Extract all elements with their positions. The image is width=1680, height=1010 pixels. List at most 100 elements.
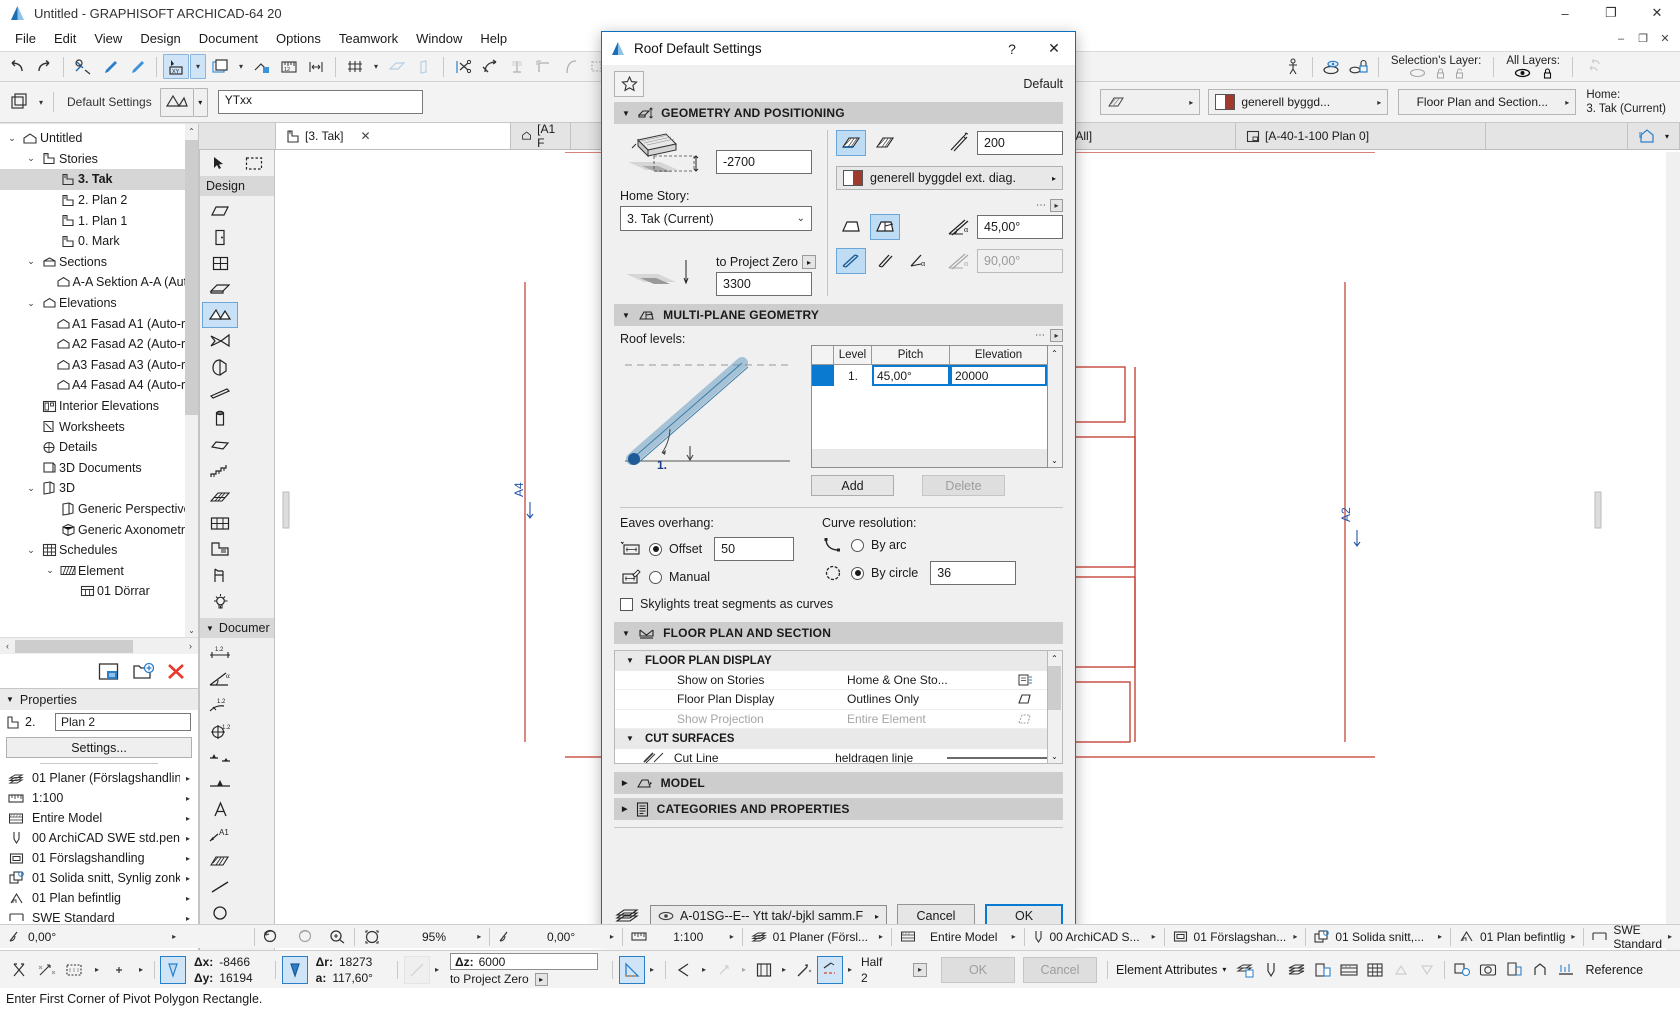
raise-button[interactable]: [1388, 956, 1414, 984]
model-twisty-icon[interactable]: ▶: [622, 779, 628, 787]
wall-tool[interactable]: [202, 198, 238, 224]
roof-levels-scrollbar[interactable]: ⌃ ⌄: [1048, 345, 1063, 468]
tree-twisty-icon[interactable]: ⌄: [42, 565, 58, 576]
material-combo[interactable]: ▸: [1100, 89, 1201, 115]
roof-thickness-input[interactable]: 200: [977, 131, 1063, 155]
status-renovation[interactable]: 01 Solida snitt,... ▸: [1306, 925, 1450, 949]
status-rotation-arrow[interactable]: ▸: [172, 932, 176, 941]
lower-button[interactable]: [1414, 956, 1440, 984]
split-button[interactable]: [450, 54, 476, 79]
property-row-01-solida-snitt-synlig-zonka[interactable]: 01 Solida snitt, Synlig zonkatego... ▸: [0, 868, 198, 888]
tree-item-3d-documents[interactable]: 3D Documents: [0, 458, 198, 479]
close-button[interactable]: ✕: [1634, 0, 1680, 26]
marquee-tool[interactable]: [236, 150, 272, 176]
tab-close-icon[interactable]: ✕: [360, 129, 370, 143]
dialog-help-button[interactable]: ?: [991, 32, 1033, 65]
railing-tool[interactable]: [202, 484, 238, 510]
door-tool[interactable]: [202, 224, 238, 250]
property-row-01-plan-befintlig[interactable]: 01 Plan befintlig ▸: [0, 888, 198, 908]
delete-button[interactable]: [166, 662, 186, 681]
roof-level-row[interactable]: 1. 45,00° 20000: [812, 365, 1047, 386]
gravity-dropdown[interactable]: ▸: [90, 957, 104, 982]
fill-tool[interactable]: [202, 848, 238, 874]
edge-perpendicular-button[interactable]: [870, 248, 900, 274]
roof-tool-icon[interactable]: [159, 87, 194, 117]
menu-view[interactable]: View: [85, 28, 131, 49]
row-cut-line[interactable]: Cut Line heldragen linje: [615, 749, 1047, 763]
tab-navigator-button[interactable]: ▾: [1627, 123, 1680, 149]
xy-coordinates-toggle[interactable]: [160, 955, 186, 984]
zone-tool[interactable]: [202, 536, 238, 562]
tree-twisty-icon[interactable]: ⌄: [23, 256, 39, 267]
tracker-project-zero-flyout[interactable]: ▸: [534, 972, 548, 986]
tree-item-a-a-sektion-a-a-auto-reb[interactable]: A-A Sektion A-A (Auto-reb: [0, 272, 198, 293]
roof-pivot-bottom-button[interactable]: [870, 130, 900, 156]
floorplan-list-scrollbar[interactable]: ⌃ ⌄: [1048, 650, 1063, 764]
fpd-twisty-icon[interactable]: ▼: [615, 656, 645, 665]
status-penset-arrow[interactable]: ▸: [1152, 932, 1156, 941]
status-graphic-override-arrow[interactable]: ▸: [1571, 932, 1575, 941]
tree-item-schedules[interactable]: ⌄ Schedules: [0, 540, 198, 561]
tree-vertical-scrollbar[interactable]: ⌃ ⌄: [185, 124, 198, 637]
clone-folder-button[interactable]: [132, 662, 154, 681]
spot-elevation-tool[interactable]: [202, 770, 238, 796]
tree-item-generic-perspective[interactable]: Generic Perspective: [0, 499, 198, 520]
eaves-manual-radio[interactable]: [649, 570, 662, 584]
floorplan-display-group-header[interactable]: ▼ FLOOR PLAN DISPLAY: [615, 651, 1047, 671]
fill-types-button[interactable]: [1336, 956, 1362, 984]
column-tool[interactable]: [202, 406, 238, 432]
wall-snap-button[interactable]: [411, 54, 437, 79]
menu-window[interactable]: Window: [407, 28, 471, 49]
intersect-button[interactable]: [504, 54, 530, 79]
tree-item-3d[interactable]: ⌄ 3D: [0, 478, 198, 499]
gravity-button[interactable]: [62, 956, 88, 984]
infobox-dropdown[interactable]: ▾: [34, 90, 48, 115]
slab-tool[interactable]: [202, 276, 238, 302]
menu-file[interactable]: File: [6, 28, 45, 49]
fp-scroll-up[interactable]: ⌃: [1048, 651, 1061, 665]
cs-twisty-icon[interactable]: ▼: [615, 734, 645, 743]
snap-dropdown[interactable]: ▸: [134, 957, 148, 982]
minimize-button[interactable]: –: [1542, 0, 1588, 26]
doc-minimize-button[interactable]: –: [1610, 33, 1632, 45]
tab-a40-plan[interactable]: [A-40-1-100 Plan 0]: [1236, 123, 1486, 149]
corner-button[interactable]: [531, 54, 557, 79]
magic-wand-tracker-button[interactable]: [791, 956, 817, 984]
property-row-01-f-rslagshandling[interactable]: 01 Förslagshandling ▸: [0, 848, 198, 868]
multiply-dropdown[interactable]: ▸: [777, 957, 791, 982]
stair-tool[interactable]: [202, 458, 238, 484]
tree-item-sections[interactable]: ⌄ Sections: [0, 252, 198, 273]
cut-surfaces-group-header[interactable]: ▼ CUT SURFACES: [615, 729, 1047, 749]
composites-button[interactable]: [1310, 956, 1336, 984]
z-coordinate-toggle[interactable]: [403, 955, 430, 984]
properties-header[interactable]: ▼ Properties: [0, 689, 198, 710]
elevation-view-button[interactable]: [1527, 956, 1553, 984]
document-group-header[interactable]: ▼ Documer: [200, 618, 274, 638]
roof-height-input[interactable]: -2700: [716, 150, 812, 174]
fp-scroll-down[interactable]: ⌄: [1048, 749, 1061, 763]
story-name-input[interactable]: Plan 2: [55, 713, 191, 731]
tree-item-elevations[interactable]: ⌄ Elevations: [0, 293, 198, 314]
row-show-on-stories[interactable]: Show on Stories Home & One Sto...: [615, 671, 1047, 690]
status-rotation[interactable]: 0,00° ▸: [490, 925, 622, 949]
tree-twisty-icon[interactable]: ⌄: [23, 483, 39, 494]
eyedropper-button[interactable]: [97, 54, 123, 79]
model-section-header[interactable]: ▶ MODEL: [614, 772, 1063, 794]
tree-horizontal-scrollbar[interactable]: ‹ ›: [0, 637, 198, 654]
angle-mode-button[interactable]: [671, 956, 697, 984]
pen-sets-button[interactable]: [1258, 956, 1284, 984]
element-name-input[interactable]: YTxx: [217, 90, 423, 114]
building-material-combo[interactable]: generell byggd... ▸: [1208, 89, 1389, 115]
row-floor-plan-display[interactable]: Floor Plan Display Outlines Only: [615, 690, 1047, 710]
floorplan-settings-list[interactable]: ▼ FLOOR PLAN DISPLAY Show on Stories Hom…: [614, 650, 1048, 764]
align-button[interactable]: [303, 54, 329, 79]
floorplan-section-header[interactable]: ▼ FLOOR PLAN AND SECTION: [614, 622, 1063, 644]
project-zero-flyout-button[interactable]: ▸: [801, 255, 816, 269]
story-settings-button[interactable]: Settings...: [6, 737, 192, 758]
zoom-next-button[interactable]: [288, 925, 321, 949]
single-plane-button[interactable]: [836, 214, 866, 240]
grid-button[interactable]: [342, 54, 368, 79]
navigator-dropdown-icon[interactable]: ▾: [1665, 132, 1669, 141]
menu-help[interactable]: Help: [471, 28, 516, 49]
shell-tool[interactable]: [202, 328, 238, 354]
